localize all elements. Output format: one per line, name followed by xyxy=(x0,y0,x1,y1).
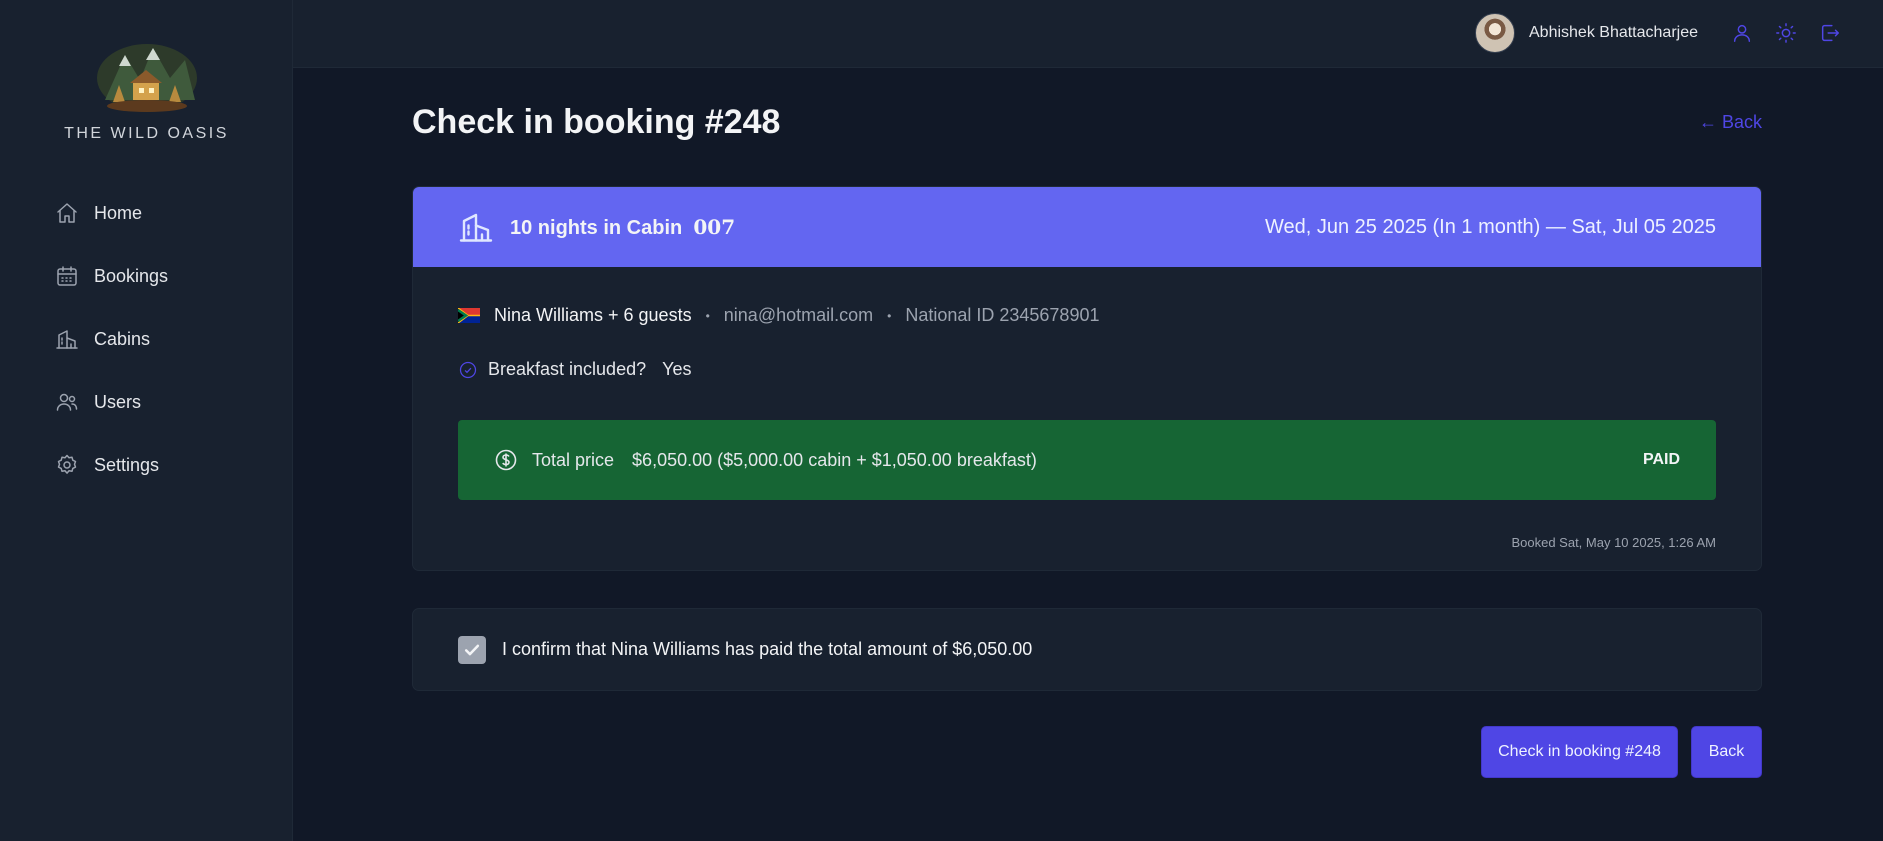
separator-dot: • xyxy=(887,308,892,323)
sidebar: THE WILD OASIS Home Bookings Cabins User… xyxy=(0,0,293,841)
top-header: Abhishek Bhattacharjee xyxy=(293,0,1883,68)
gear-icon xyxy=(54,452,80,478)
guest-email: nina@hotmail.com xyxy=(723,305,874,325)
dollar-icon xyxy=(495,449,517,471)
sidebar-item-cabins[interactable]: Cabins xyxy=(38,315,258,363)
booked-date: Booked Sat, May 10 2025, 1:26 AM xyxy=(1511,535,1716,550)
calendar-icon xyxy=(54,263,80,289)
back-link[interactable]: ← Back xyxy=(1699,112,1762,133)
sidebar-item-bookings[interactable]: Bookings xyxy=(38,252,258,300)
checkmark-icon xyxy=(464,644,480,655)
logo xyxy=(95,30,199,114)
breakfast-row: Breakfast included? Yes xyxy=(458,359,691,380)
sidebar-item-label: Settings xyxy=(94,454,160,475)
breakfast-value: Yes xyxy=(662,359,692,379)
confirm-label[interactable]: I confirm that Nina Williams has paid th… xyxy=(502,639,1032,660)
sidebar-item-users[interactable]: Users xyxy=(38,378,258,426)
header-actions xyxy=(1729,20,1843,46)
sidebar-item-home[interactable]: Home xyxy=(38,189,258,237)
guest-row: Nina Williams + 6 guests • nina@hotmail.… xyxy=(458,305,1099,326)
nights-text: 10 nights in Cabin xyxy=(510,216,683,239)
sidebar-item-label: Users xyxy=(94,391,142,412)
sidebar-item-label: Home xyxy=(94,202,143,223)
cabin-icon xyxy=(54,326,80,352)
price-value: $6,050.00 ($5,000.00 cabin + $1,050.00 b… xyxy=(632,449,1037,470)
breakfast-label: Breakfast included? xyxy=(488,359,647,379)
national-id: National ID 2345678901 xyxy=(905,305,1100,325)
sun-icon[interactable] xyxy=(1773,20,1799,46)
booking-header: 10 nights in Cabin 007 Wed, Jun 25 2025 … xyxy=(413,187,1761,267)
logo-text: THE WILD OASIS xyxy=(64,125,229,142)
check-circle-icon xyxy=(459,361,477,378)
booking-dates: Wed, Jun 25 2025 (In 1 month) — Sat, Jul… xyxy=(1264,215,1716,238)
confirm-checkbox[interactable] xyxy=(458,635,486,664)
status-badge: PAID xyxy=(1642,451,1680,468)
sidebar-item-label: Cabins xyxy=(94,328,151,349)
cabin-icon xyxy=(459,213,493,242)
user-name: Abhishek Bhattacharjee xyxy=(1529,24,1698,41)
user-icon[interactable] xyxy=(1729,20,1755,46)
confirm-box: I confirm that Nina Williams has paid th… xyxy=(412,608,1762,691)
booking-details-box: 10 nights in Cabin 007 Wed, Jun 25 2025 … xyxy=(412,186,1762,571)
price-info: Total price $6,050.00 ($5,000.00 cabin +… xyxy=(494,448,1037,472)
booking-nights: 10 nights in Cabin 007 xyxy=(510,215,735,240)
avatar xyxy=(1475,13,1515,53)
guest-name: Nina Williams + 6 guests xyxy=(494,305,692,325)
page-title: Check in booking #248 xyxy=(412,103,781,141)
flag-icon xyxy=(458,308,480,323)
price-panel: Total price $6,050.00 ($5,000.00 cabin +… xyxy=(458,420,1716,500)
cabin-name: 007 xyxy=(693,214,736,239)
home-icon xyxy=(54,200,80,226)
sidebar-item-label: Bookings xyxy=(94,265,169,286)
main-nav: Home Bookings Cabins Users Settings xyxy=(38,189,258,504)
user-info: Abhishek Bhattacharjee xyxy=(1475,13,1698,53)
logout-icon[interactable] xyxy=(1817,20,1843,46)
sidebar-item-settings[interactable]: Settings xyxy=(38,441,258,489)
separator-dot: • xyxy=(705,308,710,323)
back-button[interactable]: Back xyxy=(1691,726,1762,778)
users-icon xyxy=(54,389,80,415)
check-in-button[interactable]: Check in booking #248 xyxy=(1481,726,1678,778)
booking-header-left: 10 nights in Cabin 007 xyxy=(458,209,735,245)
price-label: Total price xyxy=(532,449,615,470)
